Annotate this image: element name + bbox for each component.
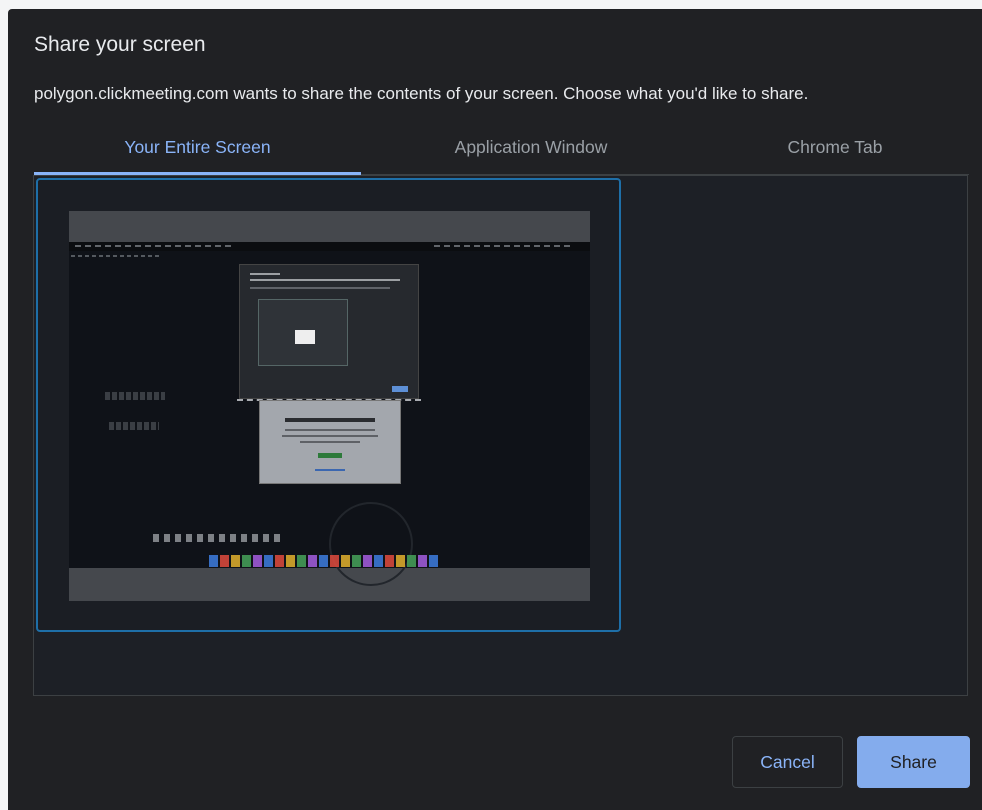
tab-chrome-tab[interactable]: Chrome Tab: [701, 132, 969, 174]
share-screen-dialog: Share your screen polygon.clickmeeting.c…: [8, 9, 982, 810]
dialog-title: Share your screen: [34, 33, 206, 56]
entire-screen-source[interactable]: [36, 178, 621, 632]
screen-thumbnail: [69, 211, 590, 601]
dialog-subtitle: polygon.clickmeeting.com wants to share …: [34, 84, 809, 103]
thumbnail-dock: [209, 555, 439, 567]
share-source-tabs: Your Entire Screen Application Window Ch…: [34, 132, 969, 175]
thumbnail-menubar: [69, 242, 590, 251]
thumbnail-popup: [259, 400, 401, 484]
cancel-button[interactable]: Cancel: [732, 736, 843, 788]
tab-application-window[interactable]: Application Window: [361, 132, 701, 174]
share-button[interactable]: Share: [857, 736, 970, 788]
thumbnail-desktop: [69, 242, 590, 586]
tab-entire-screen[interactable]: Your Entire Screen: [34, 132, 361, 175]
thumbnail-toolbar: [153, 534, 283, 542]
source-list-panel: [33, 175, 968, 696]
thumbnail-inner-dialog: [239, 264, 419, 399]
